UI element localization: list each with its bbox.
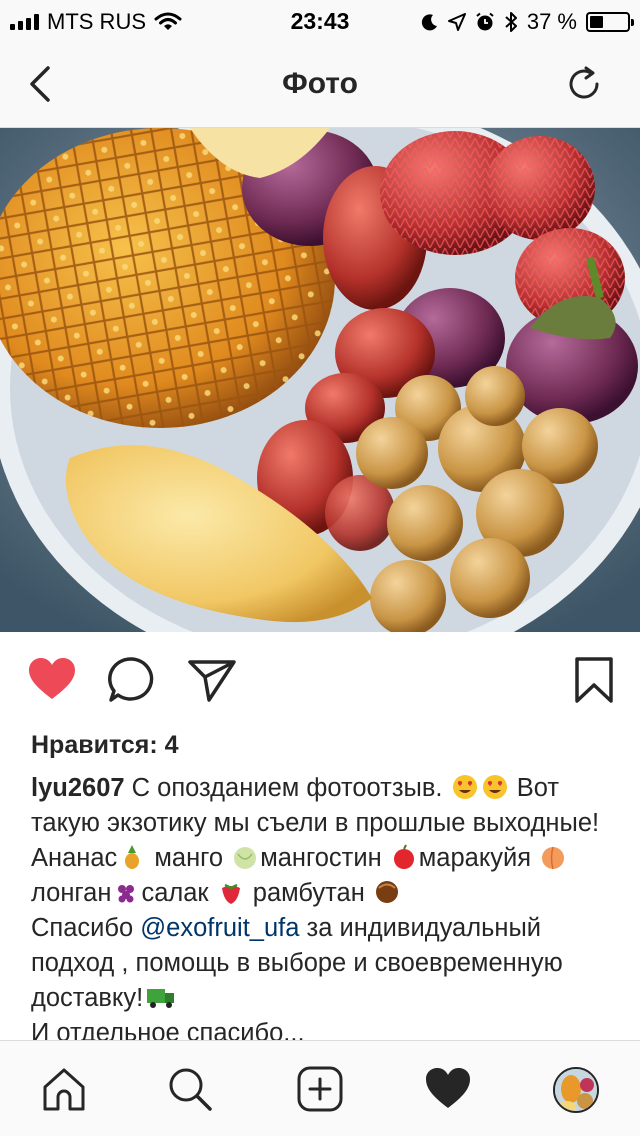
send-icon[interactable] [186,654,238,706]
caption-text: маракуйя [418,844,539,872]
likes-count[interactable]: Нравится: 4 [31,731,179,760]
caption-text: С опозданием фотоотзыв. [124,774,450,802]
caption-text: Спасибо [31,914,141,942]
profile-avatar[interactable] [553,1067,599,1113]
caption-paragraph: Спасибо @exofruit_ufa за индивидуальный … [31,911,621,1016]
caption-text: манго [147,844,231,872]
username-link[interactable]: lyu2607 [31,774,125,802]
mention-link[interactable]: @exofruit_ufa [140,914,299,942]
battery-icon [586,12,634,32]
grapes-emoji-icon [118,885,135,903]
refresh-icon[interactable] [564,64,604,104]
page-title: Фото [282,67,358,100]
caption-text: салак [141,879,216,907]
home-icon[interactable] [40,1065,88,1113]
caption-text: мангостин [260,844,389,872]
caption-text: лонган [31,879,112,907]
navigation-bar: Фото [0,40,640,128]
melon-emoji-icon [234,847,257,869]
heart-eyes-emoji-icon [482,775,507,799]
search-icon[interactable] [166,1065,214,1113]
battery-level [590,16,604,28]
pineapple-emoji-icon [125,845,140,869]
post-photo[interactable] [0,128,640,632]
bluetooth-icon [505,12,517,32]
like-heart-icon[interactable] [26,654,78,706]
status-bar: MTS RUS 23:43 37 % [0,0,640,40]
bookmark-icon[interactable] [568,654,620,706]
comment-icon[interactable] [106,654,158,706]
alarm-icon [476,12,494,31]
bottom-tab-bar [0,1040,640,1136]
location-icon [447,13,466,31]
peach-emoji-icon [542,846,565,870]
battery-percent: 37 % [526,9,577,34]
caption-paragraph: lyu2607 С опозданием фотоотзыв. Вот таку… [31,771,621,911]
add-post-icon[interactable] [296,1065,344,1113]
status-right: 37 % [421,9,634,35]
fruit-bowl-image [0,128,640,632]
apple-emoji-icon [393,844,414,869]
delivery-truck-emoji-icon [147,989,175,1008]
post-actions [0,640,640,720]
caption-text: рамбутан [245,879,372,907]
chestnut-emoji-icon [375,881,398,903]
heart-eyes-emoji-icon [452,775,477,799]
avatar-image [555,1069,597,1111]
moon-icon [421,14,437,31]
strawberry-emoji-icon [221,883,240,904]
activity-heart-icon[interactable] [424,1065,472,1113]
post-caption: lyu2607 С опозданием фотоотзыв. Вот таку… [31,771,621,1051]
